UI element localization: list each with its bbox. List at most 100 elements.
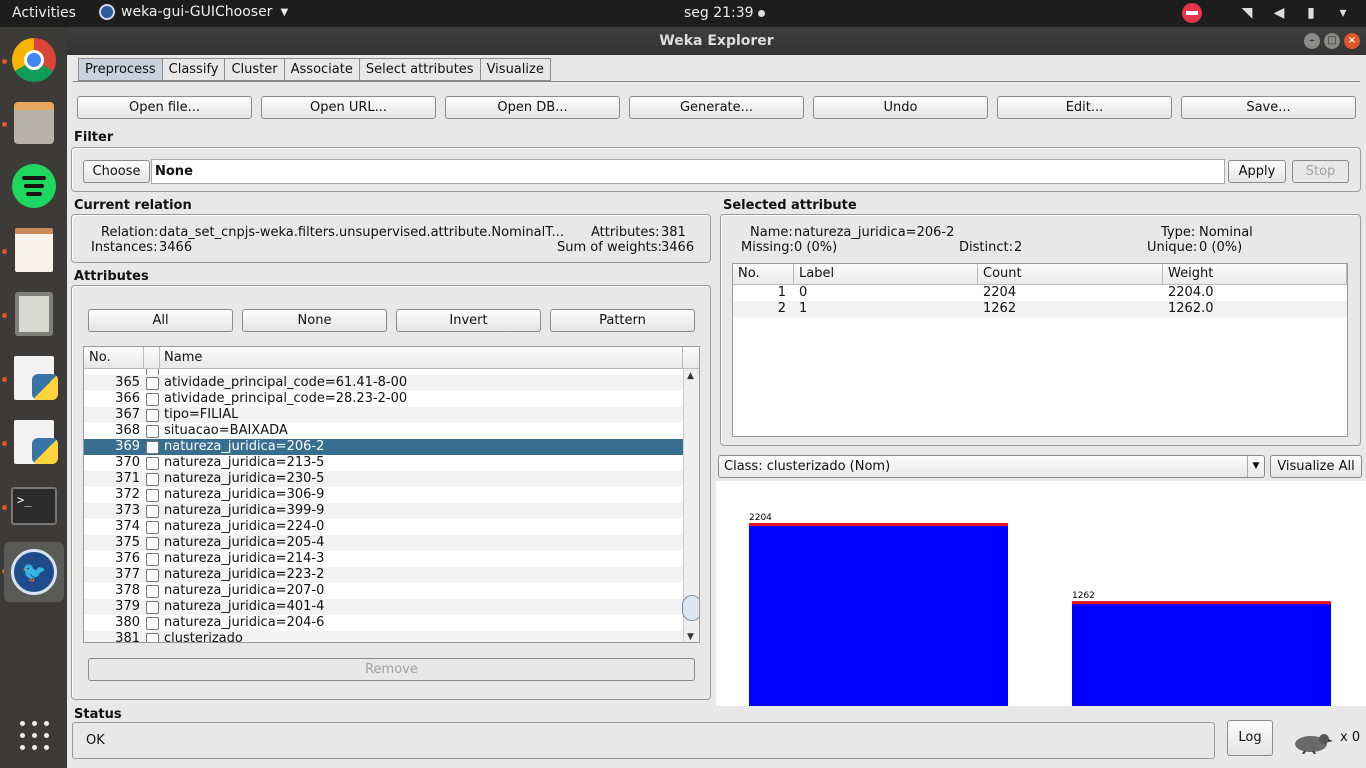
table-row[interactable]: 2 1 1262 1262.0 [733, 301, 1347, 317]
tab-preprocess[interactable]: Preprocess [78, 58, 163, 81]
table-row[interactable]: 374 natureza_juridica=224-0 [84, 519, 684, 535]
scroll-down-arrow-icon[interactable]: ▼ [687, 632, 694, 642]
log-button[interactable]: Log [1227, 720, 1273, 756]
do-not-disturb-icon[interactable] [1182, 3, 1202, 23]
table-row[interactable]: 378 natureza_juridica=207-0 [84, 583, 684, 599]
edit-button[interactable]: Edit... [997, 96, 1172, 119]
wifi-icon[interactable]: ◥ [1238, 5, 1256, 21]
choose-filter-button[interactable]: Choose [83, 160, 150, 183]
row-checkbox[interactable] [140, 503, 164, 519]
table-row[interactable]: 1 0 2204 2204.0 [733, 285, 1347, 301]
table-row[interactable]: 376 natureza_juridica=214-3 [84, 551, 684, 567]
pattern-button[interactable]: Pattern [550, 309, 695, 332]
table-row[interactable]: 371 natureza_juridica=230-5 [84, 471, 684, 487]
column-header-no[interactable]: No. [733, 264, 794, 284]
checkbox[interactable] [145, 584, 159, 598]
scroll-up-arrow-icon[interactable]: ▲ [687, 371, 694, 381]
row-checkbox[interactable] [140, 535, 164, 551]
apply-button[interactable]: Apply [1228, 160, 1286, 183]
scroll-thumb[interactable] [682, 595, 699, 621]
invert-selection-button[interactable]: Invert [396, 309, 541, 332]
close-icon[interactable]: × [1344, 33, 1360, 49]
table-row[interactable]: 379 natureza_juridica=401-4 [84, 599, 684, 615]
checkbox[interactable] [145, 472, 159, 486]
open-file-button[interactable]: Open file... [77, 96, 252, 119]
row-checkbox[interactable] [140, 519, 164, 535]
volume-muted-icon[interactable]: ◀ [1270, 5, 1288, 21]
tab-associate[interactable]: Associate [284, 58, 360, 81]
checkbox[interactable] [145, 616, 159, 630]
select-all-button[interactable]: All [88, 309, 233, 332]
tab-cluster[interactable]: Cluster [225, 58, 285, 81]
terminal-icon[interactable]: >_ [8, 480, 60, 532]
column-header-name[interactable]: Name [160, 347, 683, 368]
table-row[interactable]: 377 natureza_juridica=223-2 [84, 567, 684, 583]
battery-icon[interactable]: ▮ [1302, 5, 1320, 21]
row-checkbox[interactable] [140, 455, 164, 471]
checkbox[interactable] [145, 552, 159, 566]
open-url-button[interactable]: Open URL... [261, 96, 436, 119]
weka-icon[interactable]: 🐦 [4, 542, 64, 602]
checkbox[interactable] [145, 520, 159, 534]
attributes-scrollbar[interactable]: ▲ ▼ [682, 369, 699, 642]
row-checkbox[interactable] [140, 391, 164, 407]
table-row[interactable]: 373 natureza_juridica=399-9 [84, 503, 684, 519]
table-row[interactable]: 370 natureza_juridica=213-5 [84, 455, 684, 471]
text-editor-icon[interactable] [8, 224, 60, 276]
row-checkbox[interactable] [140, 407, 164, 423]
window-titlebar[interactable]: Weka Explorer – □ × [67, 27, 1366, 55]
power-menu-icon[interactable]: ▾ [1334, 5, 1352, 21]
clock[interactable]: seg 21:39 [684, 5, 765, 21]
checkbox[interactable] [145, 504, 159, 518]
class-selector[interactable]: Class: clusterizado (Nom) ▼ [718, 455, 1265, 478]
files-icon[interactable] [8, 97, 60, 149]
checkbox[interactable] [145, 600, 159, 614]
table-row[interactable]: 366 atividade_principal_code=28.23-2-00 [84, 391, 684, 407]
generate-button[interactable]: Generate... [629, 96, 804, 119]
table-row[interactable]: 368 situacao=BAIXADA [84, 423, 684, 439]
checkbox[interactable] [145, 536, 159, 550]
row-checkbox[interactable] [140, 583, 164, 599]
spotify-icon[interactable] [8, 160, 60, 212]
python-file-icon[interactable] [8, 416, 60, 468]
row-checkbox[interactable] [140, 599, 164, 615]
undo-button[interactable]: Undo [813, 96, 988, 119]
row-checkbox[interactable] [140, 567, 164, 583]
checkbox[interactable] [145, 424, 159, 438]
column-header-weight[interactable]: Weight [1163, 264, 1347, 284]
table-row[interactable]: 369 natureza_juridica=206-2 [84, 439, 684, 455]
app-menu[interactable]: weka-gui-GUIChooser ▼ [99, 4, 288, 20]
table-row[interactable]: 372 natureza_juridica=306-9 [84, 487, 684, 503]
tab-classify[interactable]: Classify [162, 58, 226, 81]
checkbox[interactable] [145, 376, 159, 390]
table-row[interactable]: 365 atividade_principal_code=61.41-8-00 [84, 375, 684, 391]
save-button[interactable]: Save... [1181, 96, 1356, 119]
row-checkbox[interactable] [140, 439, 164, 455]
checkbox[interactable] [145, 488, 159, 502]
checkbox[interactable] [145, 568, 159, 582]
row-checkbox[interactable] [140, 631, 164, 642]
row-checkbox[interactable] [140, 487, 164, 503]
show-apps-icon[interactable] [8, 709, 60, 761]
filter-field[interactable]: None [151, 159, 1225, 184]
visualize-all-button[interactable]: Visualize All [1270, 455, 1362, 478]
python-file-icon[interactable] [8, 352, 60, 404]
calculator-icon[interactable] [8, 288, 60, 340]
open-db-button[interactable]: Open DB... [445, 96, 620, 119]
chevron-down-icon[interactable]: ▼ [1247, 456, 1264, 477]
checkbox[interactable] [145, 632, 159, 642]
table-row[interactable]: 367 tipo=FILIAL [84, 407, 684, 423]
checkbox[interactable] [145, 440, 159, 454]
chrome-icon[interactable] [8, 34, 60, 86]
checkbox[interactable] [145, 392, 159, 406]
row-checkbox[interactable] [140, 375, 164, 391]
table-row[interactable]: 375 natureza_juridica=205-4 [84, 535, 684, 551]
minimize-icon[interactable]: – [1304, 33, 1320, 49]
row-checkbox[interactable] [140, 615, 164, 631]
tab-visualize[interactable]: Visualize [480, 58, 551, 81]
checkbox[interactable] [145, 408, 159, 422]
table-row[interactable]: 380 natureza_juridica=204-6 [84, 615, 684, 631]
checkbox[interactable] [145, 456, 159, 470]
column-header-count[interactable]: Count [978, 264, 1163, 284]
row-checkbox[interactable] [140, 551, 164, 567]
